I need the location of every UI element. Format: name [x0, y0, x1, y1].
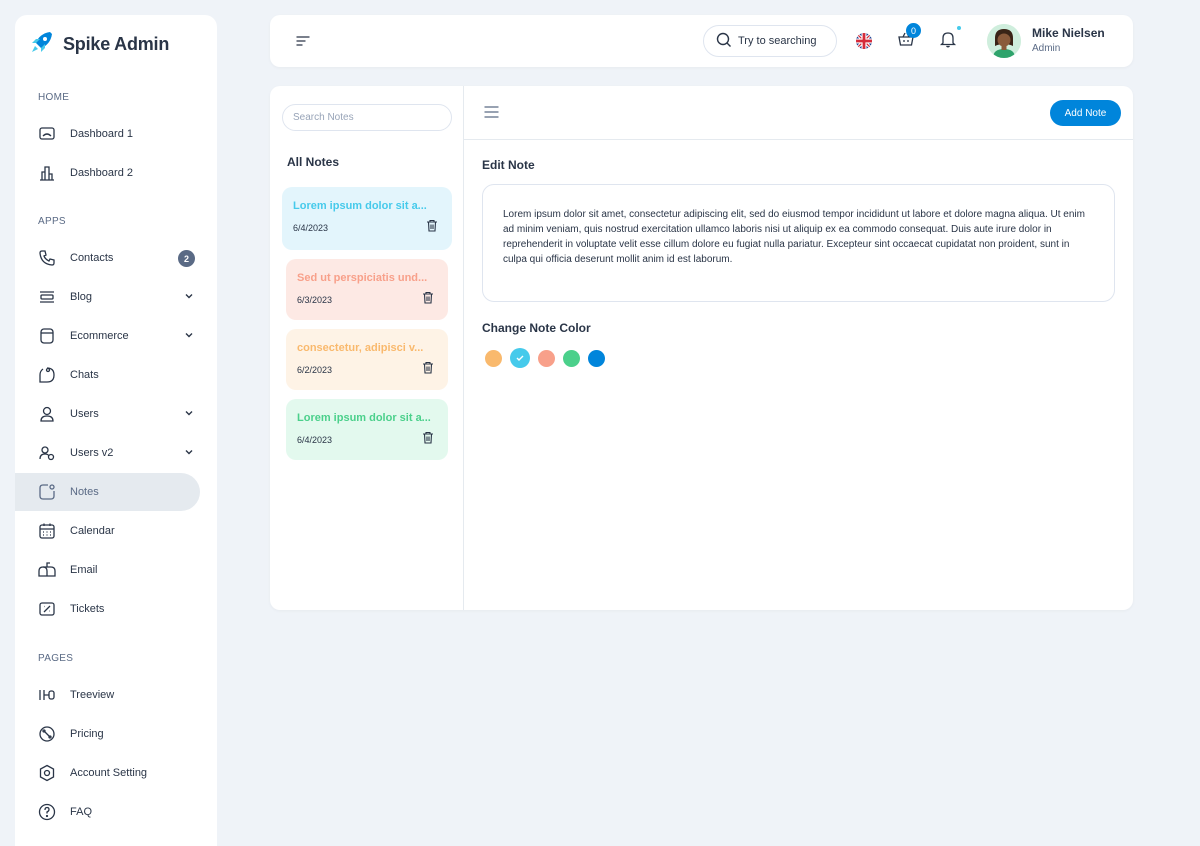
trash-icon[interactable] — [422, 431, 434, 449]
note-title: consectetur, adipisci v... — [297, 342, 424, 354]
section-label-apps: APPS — [38, 216, 66, 227]
buildings-icon — [38, 164, 56, 182]
sidebar-item-dashboard-2[interactable]: Dashboard 2 — [15, 154, 200, 192]
color-swatch[interactable] — [510, 348, 530, 368]
pricing-icon — [38, 725, 56, 743]
notes-list-panel: All Notes Lorem ipsum dolor sit a... 6/4… — [270, 86, 464, 610]
sidebar-item-tickets[interactable]: Tickets — [15, 590, 200, 628]
top-search-button[interactable]: Try to searching — [703, 25, 837, 57]
settings-icon — [38, 764, 56, 782]
color-swatch-group — [485, 348, 605, 368]
user-icon — [38, 405, 56, 423]
contacts-count-badge: 2 — [178, 250, 195, 267]
basket-icon — [38, 327, 56, 345]
hamburger-menu-icon[interactable] — [484, 105, 499, 124]
note-card[interactable]: consectetur, adipisci v... 6/2/2023 — [286, 329, 448, 390]
sidebar-item-account-setting[interactable]: Account Setting — [15, 754, 200, 792]
avatar[interactable] — [987, 24, 1021, 58]
sidebar-item-notes[interactable]: Notes — [15, 473, 200, 511]
sidebar-item-calendar[interactable]: Calendar — [15, 512, 200, 550]
notification-button[interactable] — [938, 26, 961, 53]
rocket-logo-icon — [29, 29, 55, 60]
calendar-icon — [38, 522, 56, 540]
color-swatch[interactable] — [588, 349, 605, 367]
sidebar-item-users-v2[interactable]: Users v2 — [15, 434, 200, 472]
notes-search-input[interactable] — [282, 104, 452, 131]
users-icon — [38, 444, 56, 462]
blog-icon — [38, 288, 56, 306]
notification-dot — [957, 26, 961, 30]
cart-button[interactable]: 0 — [896, 23, 921, 51]
note-editor-panel: Add Note Edit Note Lorem ipsum dolor sit… — [464, 86, 1133, 610]
search-icon — [716, 32, 732, 51]
chevron-down-icon[interactable] — [183, 445, 195, 463]
sidebar-item-contacts[interactable]: Contacts 2 — [15, 239, 200, 277]
bell-icon — [939, 30, 957, 53]
note-card[interactable]: Lorem ipsum dolor sit a... 6/4/2023 — [286, 399, 448, 460]
note-date: 6/4/2023 — [297, 435, 333, 445]
logo[interactable]: Spike Admin — [29, 29, 169, 60]
note-date: 6/2/2023 — [297, 365, 333, 375]
monitor-icon — [38, 125, 56, 143]
note-title: Sed ut perspiciatis und... — [297, 272, 428, 284]
section-label-home: HOME — [38, 92, 70, 103]
edit-note-title: Edit Note — [482, 158, 535, 172]
sidebar-item-users[interactable]: Users — [15, 395, 200, 433]
chevron-down-icon[interactable] — [183, 406, 195, 424]
note-title: Lorem ipsum dolor sit a... — [293, 200, 427, 212]
sidebar-item-dashboard-1[interactable]: Dashboard 1 — [15, 115, 200, 153]
section-label-pages: PAGES — [38, 653, 74, 664]
color-swatch[interactable] — [485, 349, 502, 367]
sidebar-item-ecommerce[interactable]: Ecommerce — [15, 317, 200, 355]
chat-icon — [38, 366, 56, 384]
sidebar-item-treeview[interactable]: Treeview — [15, 676, 200, 714]
note-text-area[interactable]: Lorem ipsum dolor sit amet, consectetur … — [482, 184, 1115, 302]
trash-icon[interactable] — [422, 291, 434, 309]
sidebar-item-faq[interactable]: FAQ — [15, 793, 200, 831]
sidebar-item-chats[interactable]: Chats — [15, 356, 200, 394]
note-title: Lorem ipsum dolor sit a... — [297, 412, 431, 424]
menu-toggle-icon[interactable] — [295, 33, 311, 54]
topbar: Try to searching 0 Mike Nielsen Admin — [270, 15, 1133, 67]
user-role: Admin — [1032, 43, 1061, 54]
notes-list-title: All Notes — [287, 155, 340, 169]
note-editor-toolbar: Add Note — [464, 86, 1133, 140]
sidebar-item-blog[interactable]: Blog — [15, 278, 200, 316]
ticket-icon — [38, 600, 56, 618]
trash-icon[interactable] — [422, 361, 434, 379]
uk-flag-icon[interactable] — [854, 31, 874, 51]
note-date: 6/4/2023 — [293, 223, 329, 233]
trash-icon[interactable] — [426, 219, 438, 237]
note-date: 6/3/2023 — [297, 295, 333, 305]
mailbox-icon — [38, 561, 56, 579]
notes-app: All Notes Lorem ipsum dolor sit a... 6/4… — [270, 86, 1133, 610]
note-card[interactable]: Lorem ipsum dolor sit a... 6/4/2023 — [282, 187, 452, 250]
color-swatch[interactable] — [563, 349, 580, 367]
cart-count-badge: 0 — [906, 23, 921, 38]
color-swatch[interactable] — [538, 349, 555, 367]
treeview-icon — [38, 686, 56, 704]
sidebar: Spike Admin HOME Dashboard 1 Dashboard 2… — [15, 15, 217, 846]
change-color-title: Change Note Color — [482, 321, 591, 335]
sidebar-item-email[interactable]: Email — [15, 551, 200, 589]
phone-icon — [38, 249, 56, 267]
note-icon — [38, 483, 56, 501]
app-title: Spike Admin — [63, 34, 170, 54]
user-name: Mike Nielsen — [1032, 26, 1105, 40]
note-card[interactable]: Sed ut perspiciatis und... 6/3/2023 — [286, 259, 448, 320]
add-note-button[interactable]: Add Note — [1050, 100, 1121, 126]
question-icon — [38, 803, 56, 821]
chevron-down-icon[interactable] — [183, 289, 195, 307]
chevron-down-icon[interactable] — [183, 328, 195, 346]
sidebar-item-pricing[interactable]: Pricing — [15, 715, 200, 753]
top-search-label: Try to searching — [738, 35, 817, 47]
check-icon — [516, 355, 524, 361]
